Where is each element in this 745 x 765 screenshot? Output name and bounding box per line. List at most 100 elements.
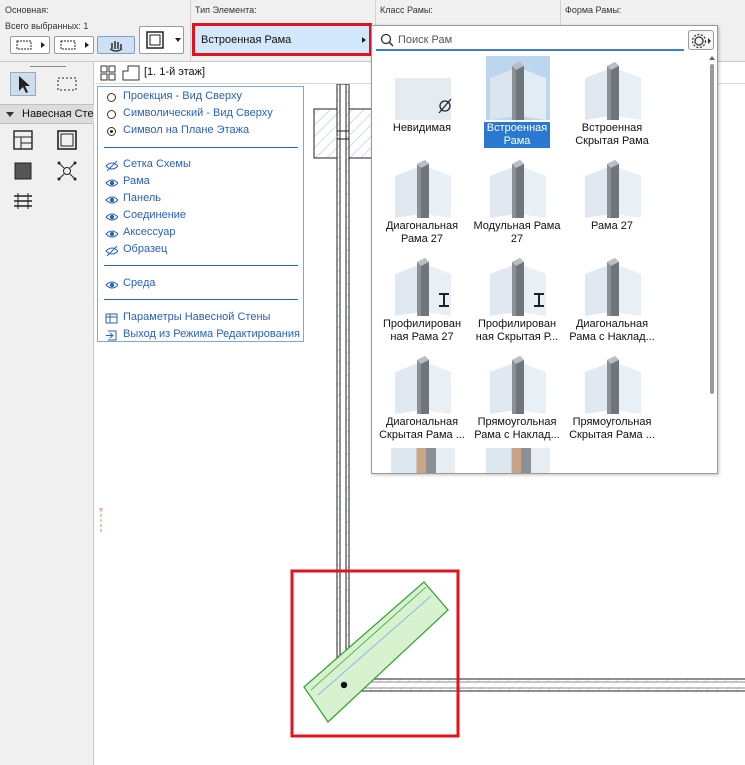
frame-type-caption: Диагональная Скрытая Рама ... — [376, 416, 468, 442]
frame-search-input[interactable] — [398, 32, 678, 48]
profiled-frame-27-icon — [391, 252, 455, 316]
caption-line: Рама — [503, 135, 531, 147]
floor-plan-icon — [122, 65, 140, 81]
caption-line: Профилирован — [477, 318, 557, 330]
eye-icon — [105, 281, 118, 289]
accessory-tool-button[interactable] — [10, 189, 36, 213]
caption-line: Встроенная — [486, 122, 548, 134]
caption-line: Встроенная — [581, 122, 643, 134]
curtain-wall-group-title: Навесная Стена — [22, 108, 94, 120]
frame-type-value: Встроенная Рама — [201, 34, 292, 46]
frame-type-option[interactable]: Рама 27 — [566, 154, 658, 252]
frame-type-option[interactable]: Профилирован ная Скрытая Р... — [471, 252, 563, 350]
frame-type-option[interactable]: Диагональная Скрытая Рама ... — [376, 350, 468, 448]
frame-type-caption: Прямоугольная Рама с Наклад... — [471, 416, 563, 442]
caption-line: Диагональная — [385, 416, 459, 428]
accessory-tool-icon — [14, 193, 32, 209]
chevron-down-icon — [6, 112, 14, 117]
junction-tool-button[interactable] — [54, 159, 80, 183]
caption-line: Скрытая Рама ... — [379, 429, 465, 441]
toolbox: Навесная Стена — [0, 62, 94, 765]
frame-type-caption: Встроенная Рама — [484, 122, 550, 148]
dotted-selection-icon — [16, 40, 45, 50]
frame-type-option[interactable]: Модульная Рама 27 — [471, 154, 563, 252]
built-in-frame-icon — [486, 56, 550, 120]
frame-geometry-icon — [146, 31, 181, 49]
caption-line: Модульная Рама — [473, 220, 561, 232]
frame-type-option[interactable]: Прямоугольная Скрытая Рама ... — [566, 350, 658, 448]
eye-icon — [105, 213, 118, 221]
eye-icon — [105, 230, 118, 238]
frame-type-option[interactable]: Невидимая — [376, 56, 468, 154]
marquee-icon — [57, 77, 77, 91]
rectangular-hidden-frame-icon — [581, 350, 645, 414]
caption-line: Прямоугольная — [477, 416, 557, 428]
frame-type-thumbnail-partial — [486, 448, 550, 473]
option-label: Соединение — [123, 209, 187, 221]
caption-line: Профилирован — [382, 318, 462, 330]
option-label: Панель — [123, 192, 162, 204]
selected-frame-element[interactable] — [303, 581, 449, 723]
caption-line: 27 — [510, 233, 524, 245]
selection-filter-button[interactable] — [10, 36, 50, 54]
toolbox-drag-handle[interactable] — [30, 66, 66, 67]
scroll-up-arrow-icon[interactable] — [709, 56, 715, 60]
frame-class-label: Класс Рамы: — [380, 5, 433, 15]
caption-line: Рама 27 — [400, 233, 444, 245]
frame-type-gallery: Невидимая Встроенная Рама Встроенная Скрытая… — [372, 56, 707, 473]
frame-type-thumbnail-partial — [391, 448, 455, 473]
caption-line: Невидимая — [392, 122, 452, 134]
marquee-options-button[interactable] — [54, 36, 94, 54]
scheme-grid-icon — [13, 130, 33, 150]
marquee-tool-button[interactable] — [54, 72, 80, 96]
radio-button[interactable] — [107, 93, 116, 102]
magic-wand-button[interactable] — [97, 36, 135, 54]
radio-button-checked[interactable] — [107, 127, 116, 136]
eye-hidden-icon — [105, 160, 118, 172]
frame-type-option[interactable]: Диагональная Рама с Наклад... — [566, 252, 658, 350]
option-label: Символический - Вид Сверху — [123, 107, 273, 119]
panel-tool-icon — [14, 162, 32, 180]
eye-icon — [105, 179, 118, 187]
frame-type-caption: Прямоугольная Скрытая Рама ... — [566, 416, 658, 442]
option-label: Проекция - Вид Сверху — [123, 90, 242, 102]
radio-button[interactable] — [107, 110, 116, 119]
scrollbar-thumb[interactable] — [710, 64, 714, 394]
junction-tool-icon — [57, 161, 77, 181]
modular-frame-27-icon — [486, 154, 550, 218]
frame-search-box[interactable] — [376, 29, 684, 51]
selected-count: Всего выбранных: 1 — [5, 21, 89, 31]
caption-line: ная Скрытая Р... — [475, 331, 559, 343]
main-section: Основная: Всего выбранных: 1 — [0, 0, 190, 62]
frame-type-option[interactable]: Прямоугольная Рама с Наклад... — [471, 350, 563, 448]
arrow-tool-button[interactable] — [10, 72, 36, 96]
gallery-scrollbar[interactable] — [708, 56, 717, 473]
curtain-wall-group-header[interactable]: Навесная Стена — [0, 104, 94, 124]
popup-settings-button[interactable] — [688, 30, 714, 50]
frame-type-option[interactable]: Встроенная Рама — [471, 56, 563, 154]
frame-type-option[interactable]: Встроенная Скрытая Рама — [566, 56, 658, 154]
panel-tool-button[interactable] — [10, 159, 36, 183]
exit-edit-icon — [106, 330, 117, 341]
edit-mode-palette: Проекция - Вид Сверху Символический - Ви… — [97, 86, 304, 342]
scheme-tool-button[interactable] — [10, 128, 36, 152]
geometry-method-button[interactable] — [139, 26, 184, 54]
option-label: Сетка Схемы — [123, 158, 191, 170]
caption-line: Рама с Наклад... — [569, 331, 655, 343]
hand-icon — [109, 41, 123, 52]
option-label: Образец — [123, 243, 168, 255]
frame-tool-button[interactable] — [54, 128, 80, 152]
frame-type-dropdown[interactable]: Встроенная Рама — [192, 23, 372, 56]
frame-type-caption: Модульная Рама 27 — [471, 220, 563, 246]
grid-view-icon[interactable] — [100, 65, 116, 81]
chevron-right-icon — [362, 37, 366, 43]
frame-type-caption: Невидимая — [376, 122, 468, 135]
diagonal-cap-frame-icon — [581, 252, 645, 316]
frame-type-option[interactable]: Профилирован ная Рама 27 — [376, 252, 468, 350]
gear-icon — [691, 33, 711, 49]
element-type-label: Тип Элемента: — [195, 5, 257, 15]
diagonal-frame-27-icon — [391, 154, 455, 218]
rectangular-cap-frame-icon — [486, 350, 550, 414]
frame-type-option[interactable]: Диагональная Рама 27 — [376, 154, 468, 252]
story-tab-label[interactable]: [1. 1-й этаж] — [144, 66, 205, 78]
